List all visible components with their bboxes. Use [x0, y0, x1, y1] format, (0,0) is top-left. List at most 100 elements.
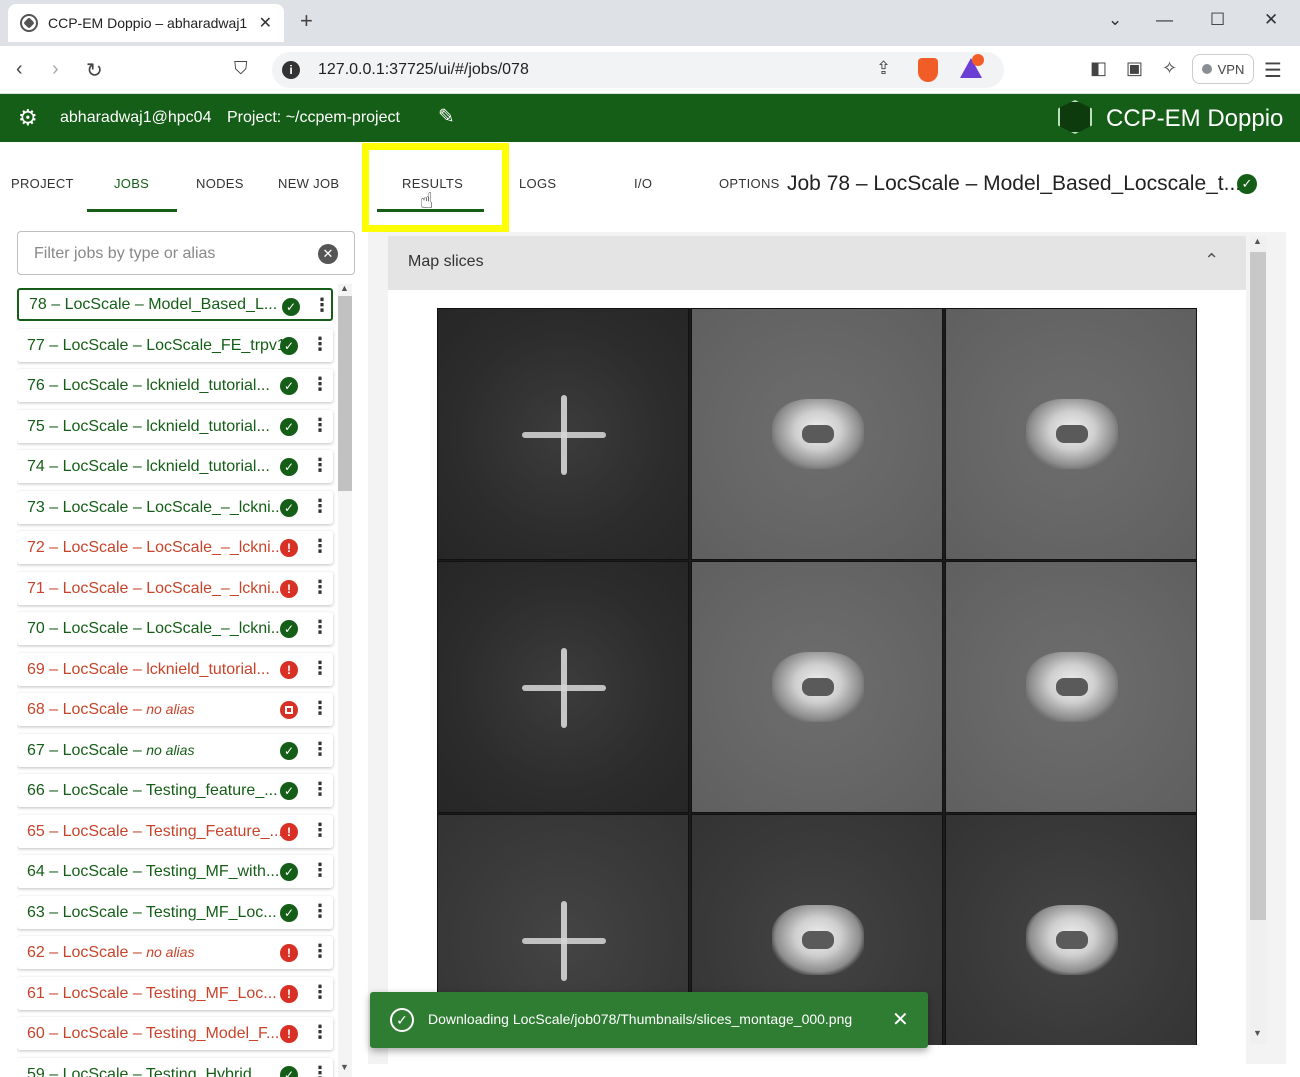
job-menu-icon[interactable]: ⋮ — [311, 982, 329, 1003]
leo-icon[interactable]: ✧ — [1162, 58, 1177, 79]
browser-tab-title: CCP-EM Doppio – abharadwaj1 — [48, 15, 248, 31]
job-card-62[interactable]: 62 – LocScale – no alias! ⋮ — [17, 936, 333, 969]
new-tab-button[interactable]: + — [300, 8, 313, 34]
job-menu-icon[interactable]: ⋮ — [311, 577, 329, 598]
job-list: 78 – LocScale – Model_Based_L... ✓ ⋮ 77 – L… — [17, 285, 337, 1077]
menu-icon[interactable]: ☰ — [1264, 58, 1282, 83]
edit-project-icon[interactable]: ✎ — [438, 104, 455, 129]
brave-shield-icon[interactable] — [918, 58, 938, 82]
results-scroll-down-icon[interactable]: ▼ — [1253, 1028, 1262, 1038]
bookmark-icon[interactable]: ⛉ — [234, 58, 248, 79]
vpn-status-icon — [1201, 64, 1212, 74]
site-info-icon[interactable]: i — [282, 61, 300, 79]
success-check-icon: ✓ — [280, 418, 298, 436]
browser-tab[interactable]: CCP-EM Doppio – abharadwaj1 ✕ — [8, 4, 284, 42]
forward-icon[interactable]: › — [52, 58, 59, 81]
slice-tile — [437, 561, 689, 813]
job-label: 73 – LocScale – LocScale_–_lckni... — [27, 498, 283, 516]
job-alias: no alias — [146, 700, 195, 717]
job-card-65[interactable]: 65 – LocScale – Testing_Feature_...! ⋮ — [17, 815, 333, 848]
tab-search-icon[interactable]: ⌄ — [1108, 10, 1122, 30]
job-menu-icon[interactable]: ⋮ — [311, 941, 329, 962]
address-bar[interactable]: i 127.0.0.1:37725/ui/#/jobs/078 ⇪ — [272, 52, 1004, 88]
job-menu-icon[interactable]: ⋮ — [313, 295, 331, 316]
slices-montage-image — [437, 308, 1197, 1045]
reload-icon[interactable]: ↻ — [86, 58, 103, 83]
chevron-up-icon[interactable]: ⌄ — [1204, 248, 1219, 269]
clear-filter-icon[interactable]: ✕ — [318, 244, 338, 264]
job-card-71[interactable]: 71 – LocScale – LocScale_–_lckni...! ⋮ — [17, 572, 333, 605]
url-text[interactable]: 127.0.0.1:37725/ui/#/jobs/078 — [318, 61, 529, 79]
vpn-button[interactable]: VPN — [1192, 54, 1254, 84]
tab-close-icon[interactable]: ✕ — [259, 13, 272, 33]
job-menu-icon[interactable]: ⋮ — [311, 455, 329, 476]
job-card-74[interactable]: 74 – LocScale – lcknield_tutorial... ✓ ⋮ — [17, 450, 333, 483]
tab-jobs[interactable]: JOBS — [114, 176, 149, 191]
job-menu-icon[interactable]: ⋮ — [311, 860, 329, 881]
job-card-64[interactable]: 64 – LocScale – Testing_MF_with... ✓ ⋮ — [17, 855, 333, 888]
job-card-70[interactable]: 70 – LocScale – LocScale_–_lckni... ✓ ⋮ — [17, 612, 333, 645]
job-card-77[interactable]: 77 – LocScale – LocScale_FE_trpv1 ✓ ⋮ — [17, 329, 333, 362]
error-alert-icon: ! — [280, 539, 298, 557]
job-menu-icon[interactable]: ⋮ — [311, 1063, 329, 1077]
job-card-68[interactable]: 68 – LocScale – no alias ⋮ — [17, 693, 333, 726]
tab-nodes[interactable]: NODES — [196, 176, 244, 191]
job-menu-icon[interactable]: ⋮ — [311, 1022, 329, 1043]
job-card-66[interactable]: 66 – LocScale – Testing_feature_... ✓ ⋮ — [17, 774, 333, 807]
slice-tile — [691, 561, 943, 813]
wallet-icon[interactable]: ▣ — [1126, 58, 1143, 79]
job-menu-icon[interactable]: ⋮ — [311, 658, 329, 679]
job-card-60[interactable]: 60 – LocScale – Testing_Model_F...! ⋮ — [17, 1017, 333, 1050]
job-card-63[interactable]: 63 – LocScale – Testing_MF_Loc... ✓ ⋮ — [17, 896, 333, 929]
job-menu-icon[interactable]: ⋮ — [311, 779, 329, 800]
job-card-59[interactable]: 59 – LocScale – Testing_Hybrid ✓ ⋮ — [17, 1058, 333, 1077]
gear-icon[interactable]: ⚙ — [18, 105, 38, 131]
job-menu-icon[interactable]: ⋮ — [311, 617, 329, 638]
job-card-76[interactable]: 76 – LocScale – lcknield_tutorial... ✓ ⋮ — [17, 369, 333, 402]
window-close-icon[interactable]: ✕ — [1264, 10, 1278, 30]
share-icon[interactable]: ⇪ — [876, 58, 891, 79]
tab-io[interactable]: I/O — [634, 176, 652, 191]
job-card-78[interactable]: 78 – LocScale – Model_Based_L... ✓ ⋮ — [17, 288, 333, 321]
job-menu-icon[interactable]: ⋮ — [311, 496, 329, 517]
job-list-scroll-thumb[interactable] — [338, 296, 352, 491]
scroll-up-icon[interactable]: ▲ — [340, 283, 349, 293]
maximize-icon[interactable]: ☐ — [1210, 10, 1225, 30]
toast-close-icon[interactable]: ✕ — [892, 1007, 909, 1032]
tab-project[interactable]: PROJECT — [11, 176, 74, 191]
job-menu-icon[interactable]: ⋮ — [311, 739, 329, 760]
job-card-75[interactable]: 75 – LocScale – lcknield_tutorial... ✓ ⋮ — [17, 410, 333, 443]
job-label: 64 – LocScale – Testing_MF_with... — [27, 862, 280, 880]
results-scroll-thumb[interactable] — [1250, 252, 1266, 920]
scroll-down-icon[interactable]: ▼ — [340, 1062, 349, 1072]
results-scroll-up-icon[interactable]: ▲ — [1253, 236, 1262, 246]
job-card-67[interactable]: 67 – LocScale – no alias ✓ ⋮ — [17, 734, 333, 767]
tab-logs[interactable]: LOGS — [519, 176, 556, 191]
tab-options[interactable]: OPTIONS — [719, 176, 780, 191]
hand-cursor-icon: ☝ — [420, 188, 434, 213]
tab-new-job[interactable]: NEW JOB — [278, 176, 339, 191]
sidebar-icon[interactable]: ◧ — [1090, 58, 1107, 79]
job-menu-icon[interactable]: ⋮ — [311, 901, 329, 922]
job-card-72[interactable]: 72 – LocScale – LocScale_–_lckni...! ⋮ — [17, 531, 333, 564]
back-icon[interactable]: ‹ — [16, 58, 23, 81]
job-menu-icon[interactable]: ⋮ — [311, 374, 329, 395]
job-menu-icon[interactable]: ⋮ — [311, 820, 329, 841]
job-card-73[interactable]: 73 – LocScale – LocScale_–_lckni... ✓ ⋮ — [17, 491, 333, 524]
job-label: 67 – LocScale – no alias — [27, 742, 283, 760]
job-menu-icon[interactable]: ⋮ — [311, 415, 329, 436]
map-slices-header[interactable]: Map slices ⌄ — [388, 236, 1246, 290]
map-density — [1026, 399, 1118, 469]
job-label: 61 – LocScale – Testing_MF_Loc... — [27, 984, 277, 1002]
job-menu-icon[interactable]: ⋮ — [311, 334, 329, 355]
job-menu-icon[interactable]: ⋮ — [311, 536, 329, 557]
job-label: 72 – LocScale – LocScale_–_lckni... — [27, 538, 283, 556]
job-card-61[interactable]: 61 – LocScale – Testing_MF_Loc...! ⋮ — [17, 977, 333, 1010]
minimize-icon[interactable]: — — [1156, 10, 1173, 30]
job-label: 70 – LocScale – LocScale_–_lckni... — [27, 619, 283, 637]
job-card-69[interactable]: 69 – LocScale – lcknield_tutorial...! ⋮ — [17, 653, 333, 686]
job-menu-icon[interactable]: ⋮ — [311, 698, 329, 719]
job-label-text: 67 – LocScale – — [27, 741, 147, 759]
job-label: 75 – LocScale – lcknield_tutorial... — [27, 417, 270, 435]
job-filter-input[interactable]: Filter jobs by type or alias ✕ — [17, 231, 355, 275]
